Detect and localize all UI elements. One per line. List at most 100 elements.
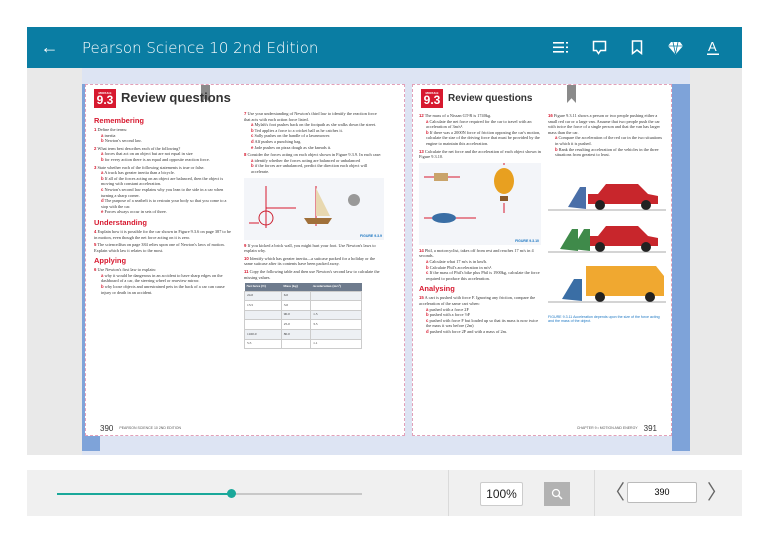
question-text: A cart is pushed with force F. Ignoring … (419, 295, 536, 306)
sub-text: Sally pushes on the handle of a lawnmowe… (254, 133, 331, 139)
sub-text: Jade pushes on pizza dough as she kneads… (254, 144, 332, 150)
question-text: Define the terms: (97, 127, 128, 132)
question: 6 Use Newton's first law to explain: a wh… (94, 267, 234, 295)
book-viewer[interactable]: MODULE 9.3 Review questions Remembering 1 … (27, 68, 742, 455)
question: 14 Phil, a motorcyclist, takes off from … (419, 248, 541, 282)
module-badge: MODULE 9.3 (421, 89, 443, 108)
book-title: Pearson Science 10 2nd Edition (82, 38, 319, 57)
section-heading: Understanding (94, 217, 147, 227)
sub-text: why loose objects and unrestrained pets … (101, 284, 225, 295)
question-text: Copy the following table and then use Ne… (244, 268, 380, 280)
sub-question: a why it would be dangerous in an accide… (94, 273, 234, 284)
table-cell: 13.5 (244, 300, 282, 311)
right-column: 7 Use your understanding of Newton's thi… (244, 111, 384, 350)
sub-text: Rank the resulting acceleration of the v… (555, 146, 659, 158)
sub-text: Newton's second law explains why you lea… (101, 186, 224, 198)
text-settings-icon[interactable]: A (696, 40, 730, 56)
figure-caption: FIGURE 9.3.9 (360, 233, 382, 238)
sub-text: If the mass of Phil's bike plus Phil is … (426, 270, 540, 281)
sub-question: b If there was a 2000N force of friction… (419, 130, 541, 147)
sub-letter: b (101, 156, 104, 162)
question-text: Use your understanding of Newton's third… (244, 111, 377, 122)
sub-text: Calculate Phil's acceleration in m/s². (429, 264, 493, 270)
question: 7 Use your understanding of Newton's thi… (244, 111, 384, 150)
table-cell: 1160.0 (244, 329, 282, 340)
sub-text: If there was a 2000N force of friction o… (426, 129, 541, 146)
sub-question: c Newton's second law explains why you l… (94, 187, 234, 198)
question-text: Calculate the net force and the accelera… (419, 148, 541, 160)
next-page-button[interactable]: 〉 (707, 482, 727, 504)
table-cell: 24.0 (244, 290, 282, 302)
sub-question: b why loose objects and unrestrained pet… (94, 284, 234, 295)
svg-text:A: A (708, 40, 717, 54)
question-number: 13 (419, 148, 424, 154)
question-number: 11 (244, 268, 249, 274)
table-cell (244, 309, 282, 321)
zoom-slider[interactable] (57, 489, 362, 498)
top-app-bar: ← Pearson Science 10 2nd Edition A (27, 27, 742, 68)
footer-text: CHAPTER 9 • MOTION AND ENERGY (576, 426, 638, 430)
sub-letter: d (426, 328, 429, 334)
notes-icon[interactable] (582, 40, 616, 55)
bookmark-icon[interactable] (620, 40, 654, 55)
table-cell (310, 290, 362, 302)
question-text: State whether each of the following stat… (97, 164, 205, 170)
page-edge-right (672, 84, 690, 451)
question-number: 10 (244, 255, 249, 261)
bookmark-ribbon-icon[interactable] (567, 85, 576, 103)
back-arrow-icon[interactable]: ← (27, 37, 72, 58)
question-text: If you kicked a brick wall, you might hu… (244, 242, 376, 254)
question-number: 16 (548, 113, 553, 118)
right-column: 16 Figure 9.3.11 shows a person or two p… (548, 113, 666, 323)
sub-letter: b (426, 264, 429, 270)
zoom-slider-thumb[interactable] (226, 489, 236, 498)
sub-question: b Newton's second law. (94, 138, 234, 144)
force-diagram (249, 185, 360, 228)
sub-letter: b (555, 146, 558, 152)
sub-letter: b (101, 175, 104, 181)
table-row: 1160.0 80.0 (244, 329, 362, 340)
question-text: Identify which has greater inertia—a sui… (244, 255, 376, 267)
divider (594, 470, 595, 516)
bottom-toolbar: 100% 〈 390 〉 (27, 470, 742, 516)
question-text: Phil, a motorcyclist, takes off from res… (419, 247, 534, 259)
previous-page-button[interactable]: 〈 (605, 482, 625, 504)
table-of-contents-icon[interactable] (544, 41, 578, 54)
page-390: MODULE 9.3 Review questions Remembering 1 … (85, 84, 405, 436)
page-number-input[interactable]: 390 (627, 482, 697, 503)
sub-question: a Calculate the net force required for t… (419, 119, 541, 130)
question-text: Use Newton's first law to explain: (97, 267, 156, 273)
table-header: Acceleration (m/s²) (310, 283, 362, 292)
sub-text: Compare the acceleration of the red car … (555, 135, 663, 146)
question-number: 12 (419, 113, 424, 118)
page-heading: Review questions (121, 90, 231, 105)
highlights-icon[interactable] (658, 41, 692, 55)
question-number: 15 (419, 295, 424, 301)
section-heading: Applying (94, 256, 127, 266)
sub-text: If all of the forces acting on an object… (101, 175, 224, 187)
sub-question: b If all of the forces acting on an obje… (94, 176, 234, 187)
footer-text: PEARSON SCIENCE 10 2ND EDITION (119, 426, 182, 430)
question: 4 Explain how it is possible for the car… (94, 229, 234, 240)
zoom-level-input[interactable]: 100% (480, 482, 523, 506)
left-column: Remembering 1 Define the terms: a inertia b… (94, 113, 234, 297)
table-row: 90.0 1.5 (244, 309, 362, 321)
page-number: 391 (643, 423, 657, 433)
table-cell: 3.0 (280, 300, 312, 311)
table-cell: 3.5 (310, 319, 362, 331)
sub-letter: b (101, 284, 104, 290)
sub-text: inertia (104, 132, 116, 138)
sub-text: The purpose of a seatbelt is to restrain… (101, 198, 227, 209)
table-cell (280, 338, 312, 350)
magnifier-icon (551, 488, 563, 500)
sub-text: Forces always occur in sets of three. (104, 209, 167, 215)
zoom-search-button[interactable] (544, 482, 570, 506)
sub-text: identify whether the forces acting are b… (254, 157, 361, 163)
force-diagram (424, 162, 514, 223)
sub-question: c pushed with force F but loaded up so t… (419, 318, 541, 329)
question: 11 Copy the following table and then use… (244, 269, 384, 280)
table-cell (310, 300, 362, 311)
figure-caption: FIGURE 9.3.10 (515, 238, 539, 243)
sub-question: c If the mass of Phil's bike plus Phil i… (419, 270, 541, 281)
sub-letter: b (426, 129, 429, 135)
